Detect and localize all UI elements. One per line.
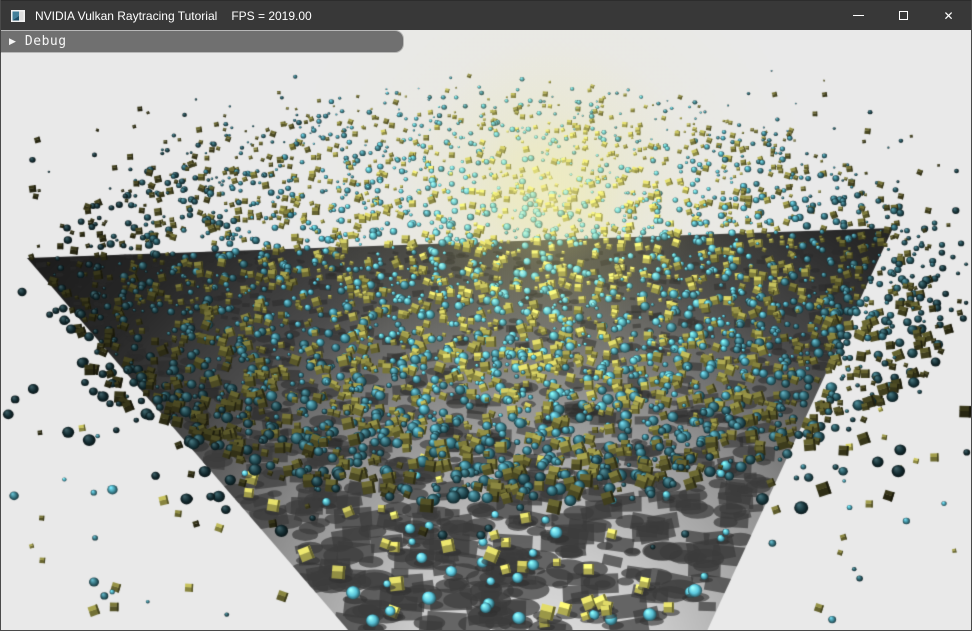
maximize-button[interactable] xyxy=(881,1,926,31)
debug-panel-header[interactable]: ▶ Debug xyxy=(1,31,403,52)
window-title: NVIDIA Vulkan Raytracing Tutorial xyxy=(35,9,217,23)
raytraced-viewport[interactable] xyxy=(1,30,971,630)
close-button[interactable]: ✕ xyxy=(926,1,971,31)
app-icon xyxy=(10,8,26,24)
debug-panel-label: Debug xyxy=(25,34,67,49)
maximize-icon xyxy=(899,11,908,20)
close-icon: ✕ xyxy=(943,10,953,22)
fps-counter: FPS = 2019.00 xyxy=(231,9,311,23)
minimize-button[interactable] xyxy=(836,1,881,31)
titlebar[interactable]: NVIDIA Vulkan Raytracing Tutorial FPS = … xyxy=(1,0,971,30)
collapse-arrow-icon: ▶ xyxy=(9,37,16,46)
minimize-icon xyxy=(853,15,864,16)
app-window: NVIDIA Vulkan Raytracing Tutorial FPS = … xyxy=(0,0,972,631)
